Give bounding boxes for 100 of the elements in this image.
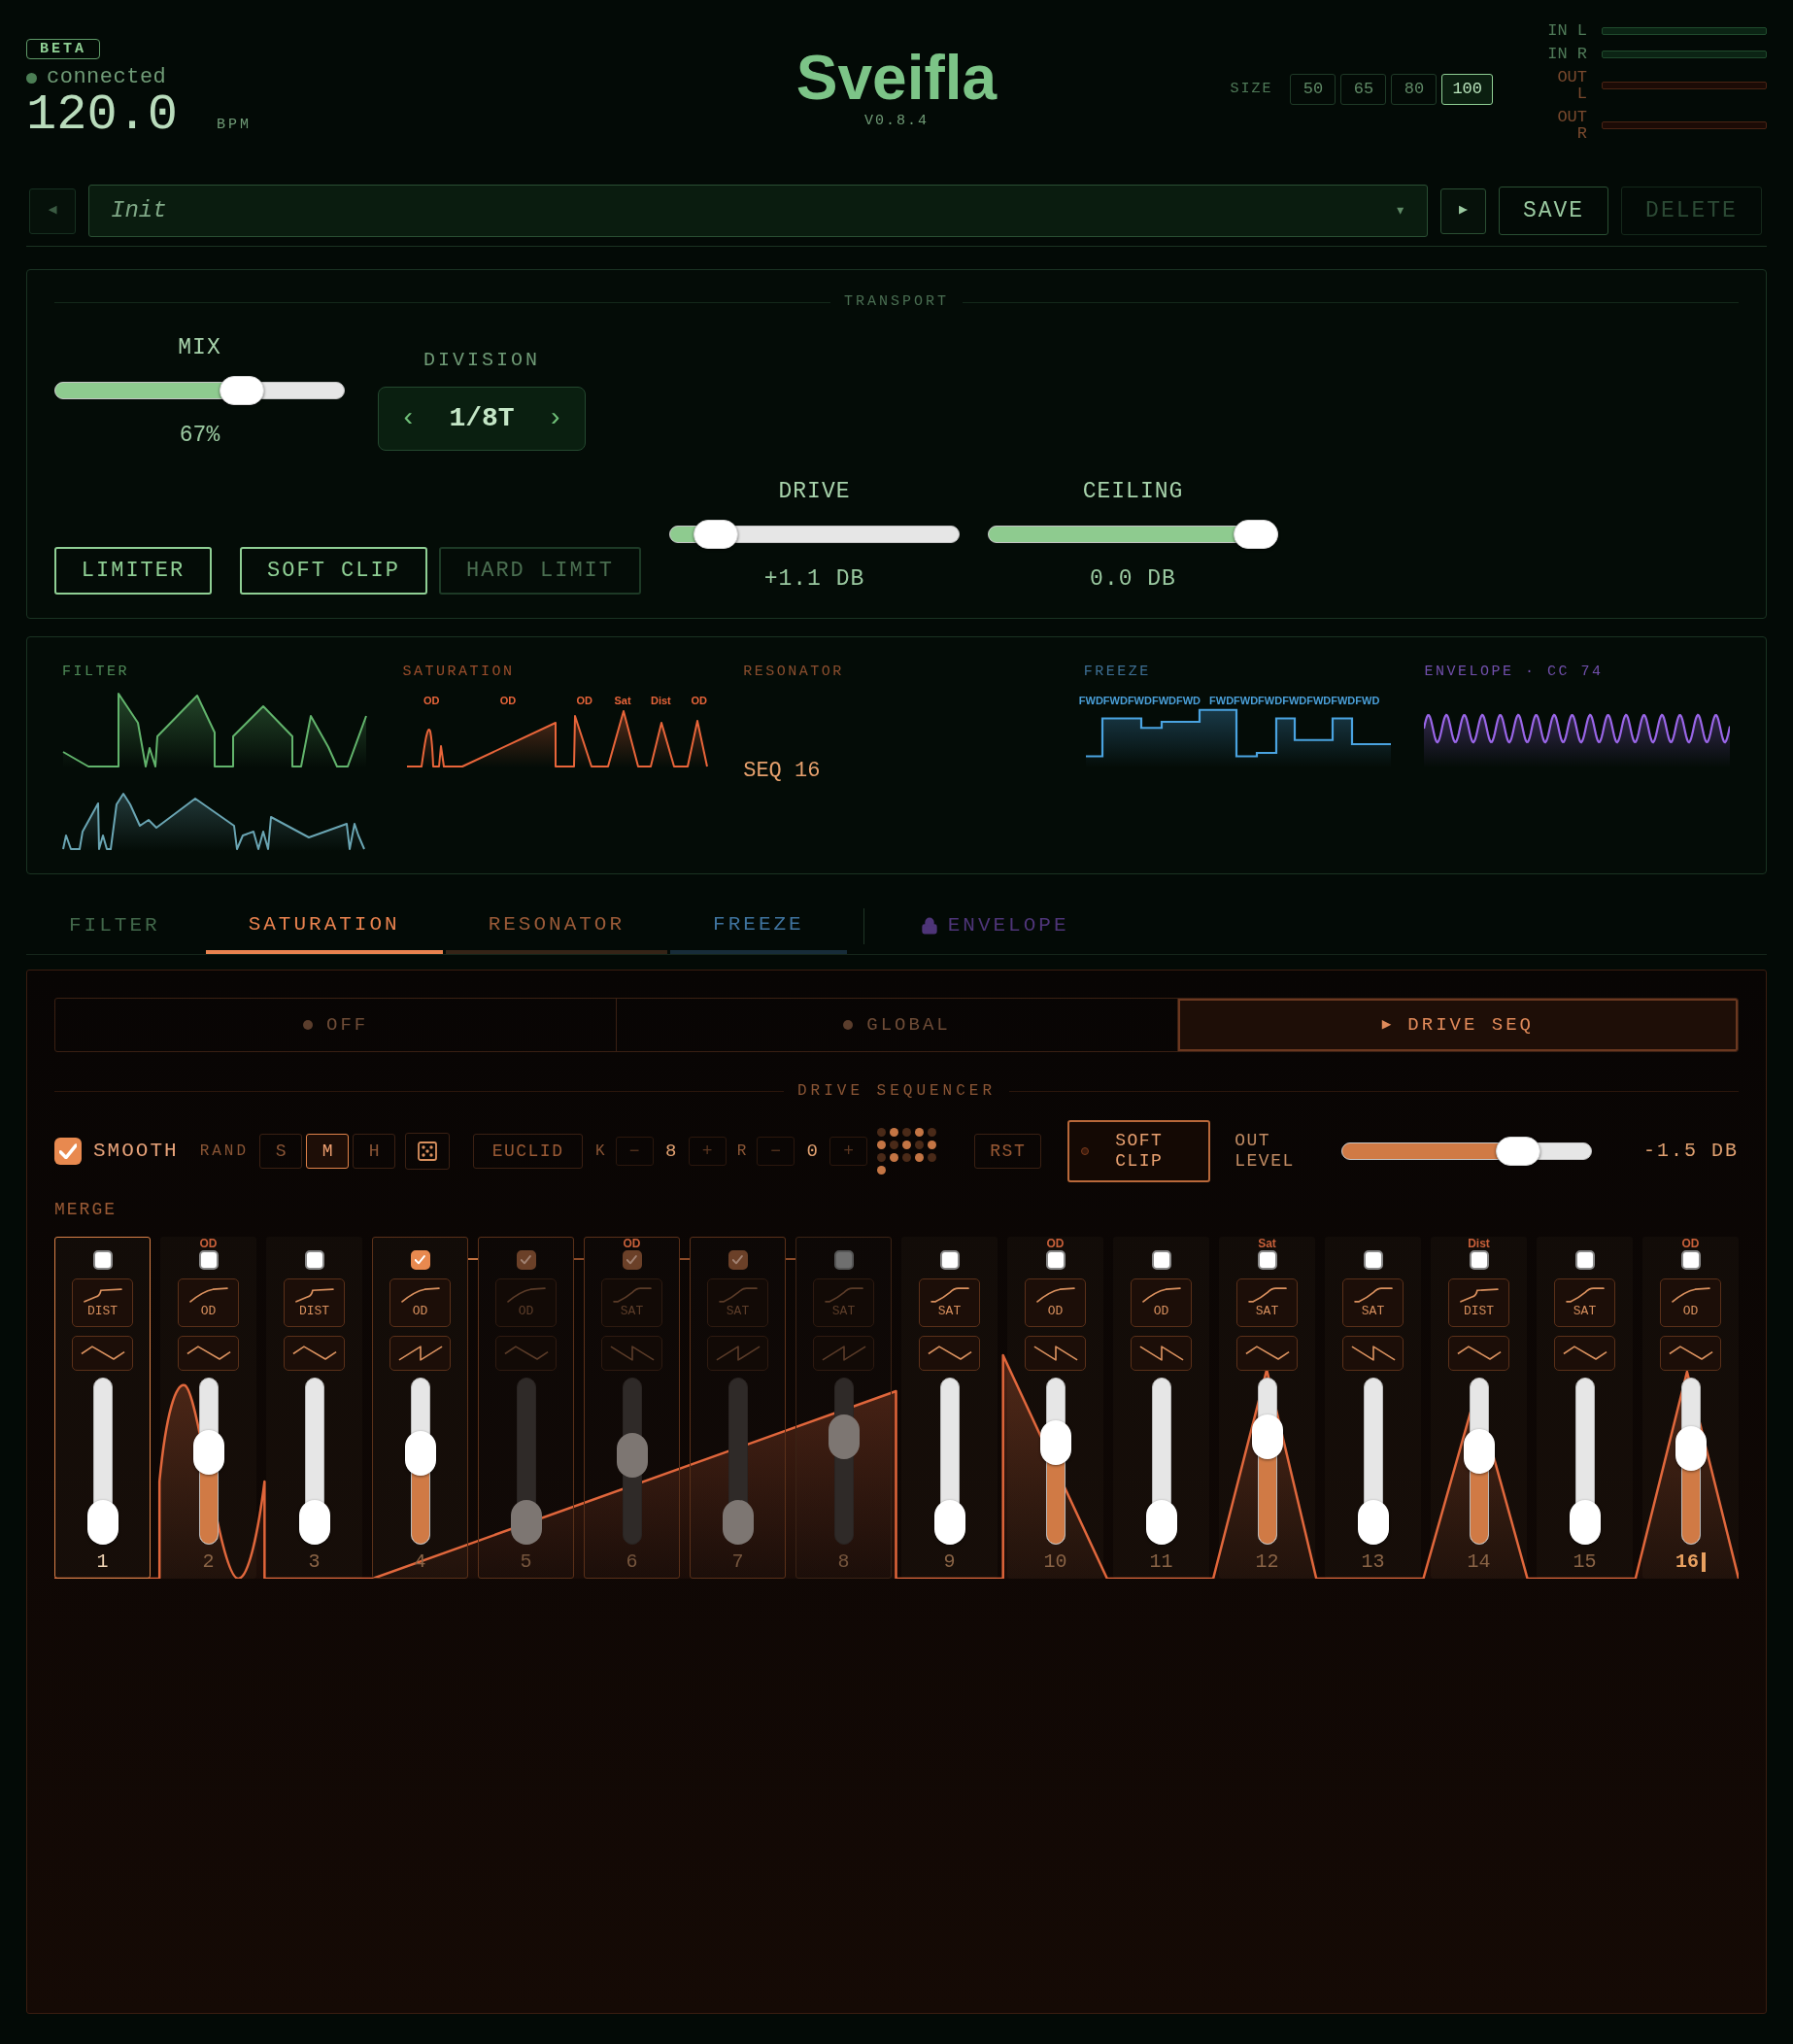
slider-thumb[interactable]	[404, 1431, 436, 1477]
wave-button[interactable]	[72, 1336, 133, 1371]
save-button[interactable]: SAVE	[1499, 187, 1608, 235]
step-card[interactable]: SAT 13	[1325, 1237, 1421, 1579]
wave-button[interactable]	[1342, 1336, 1404, 1371]
merge-checkbox[interactable]	[304, 1250, 324, 1270]
module-tab[interactable]: RESONATOR	[445, 899, 668, 954]
previous-division-button[interactable]: ‹	[396, 404, 421, 433]
curve-button[interactable]: OD	[1025, 1278, 1086, 1327]
size-option[interactable]: 100	[1441, 74, 1493, 105]
wave-button[interactable]	[1025, 1336, 1086, 1371]
wave-button[interactable]	[1236, 1336, 1298, 1371]
next-preset-button[interactable]: ▶	[1440, 187, 1486, 234]
step-card[interactable]: OD 11	[1113, 1237, 1209, 1579]
step-card[interactable]: SAT 15	[1537, 1237, 1633, 1579]
step-card[interactable]: Sat SAT 12	[1219, 1237, 1315, 1579]
euclid-button[interactable]: EUCLID	[473, 1134, 584, 1169]
curve-button[interactable]: OD	[1131, 1278, 1192, 1327]
merge-checkbox[interactable]	[1045, 1250, 1066, 1270]
module-tab[interactable]: SATURATION	[205, 899, 443, 954]
merge-checkbox[interactable]	[198, 1250, 219, 1270]
merge-checkbox[interactable]	[410, 1250, 430, 1270]
step-slider[interactable]	[1675, 1378, 1707, 1545]
curve-button[interactable]: SAT	[919, 1278, 980, 1327]
step-card[interactable]: DIST 1	[54, 1237, 151, 1579]
reset-button[interactable]: RST	[974, 1134, 1042, 1169]
limiter-toggle[interactable]: LIMITER	[54, 547, 212, 595]
merge-checkbox[interactable]	[1151, 1250, 1171, 1270]
step-slider[interactable]	[1569, 1378, 1601, 1545]
slider-thumb[interactable]	[219, 376, 264, 405]
randomize-button[interactable]	[405, 1133, 451, 1170]
clip-mode-button[interactable]: SOFT CLIP	[240, 547, 427, 595]
ceiling-slider[interactable]	[988, 520, 1278, 549]
slider-thumb[interactable]	[1357, 1500, 1389, 1545]
merge-checkbox[interactable]	[516, 1250, 536, 1270]
wave-button[interactable]	[919, 1336, 980, 1371]
step-card[interactable]: Dist DIST 14	[1431, 1237, 1527, 1579]
merge-checkbox[interactable]	[1574, 1250, 1595, 1270]
step-slider[interactable]	[298, 1378, 330, 1545]
smooth-checkbox[interactable]	[54, 1138, 82, 1165]
preset-dropdown[interactable]: Init ▾	[88, 185, 1428, 237]
slider-thumb[interactable]	[510, 1500, 542, 1545]
step-slider[interactable]	[1357, 1378, 1389, 1545]
merge-checkbox[interactable]	[1363, 1250, 1383, 1270]
module-tab[interactable]: FREEZE	[670, 899, 847, 954]
slider-thumb[interactable]	[1496, 1137, 1541, 1166]
mix-slider[interactable]	[54, 376, 345, 405]
step-card[interactable]: OD SAT 6	[584, 1237, 680, 1579]
wave-button[interactable]	[389, 1336, 451, 1371]
step-card[interactable]: OD OD 16	[1642, 1237, 1739, 1579]
merge-checkbox[interactable]	[727, 1250, 748, 1270]
curve-button[interactable]: OD	[178, 1278, 239, 1327]
size-option[interactable]: 80	[1391, 74, 1438, 105]
merge-checkbox[interactable]	[833, 1250, 854, 1270]
wave-button[interactable]	[1660, 1336, 1721, 1371]
step-slider[interactable]	[1039, 1378, 1071, 1545]
wave-button[interactable]	[1131, 1336, 1192, 1371]
slider-thumb[interactable]	[1039, 1420, 1071, 1466]
slider-thumb[interactable]	[1569, 1500, 1601, 1545]
wave-button[interactable]	[284, 1336, 345, 1371]
slider-thumb[interactable]	[86, 1500, 118, 1545]
step-card[interactable]: SAT 9	[901, 1237, 998, 1579]
rand-option[interactable]: M	[306, 1134, 350, 1169]
curve-button[interactable]: SAT	[1554, 1278, 1615, 1327]
curve-button[interactable]: DIST	[1448, 1278, 1509, 1327]
step-slider[interactable]	[1145, 1378, 1177, 1545]
slider-thumb[interactable]	[298, 1500, 330, 1545]
merge-checkbox[interactable]	[1257, 1250, 1277, 1270]
out-level-slider[interactable]	[1341, 1137, 1593, 1166]
curve-button[interactable]: DIST	[72, 1278, 133, 1327]
drive-slider[interactable]	[669, 520, 960, 549]
step-slider[interactable]	[1251, 1378, 1283, 1545]
slider-thumb[interactable]	[1234, 520, 1278, 549]
merge-checkbox[interactable]	[1469, 1250, 1489, 1270]
merge-checkbox[interactable]	[939, 1250, 960, 1270]
curve-button[interactable]: SAT	[1342, 1278, 1404, 1327]
curve-button[interactable]: DIST	[284, 1278, 345, 1327]
curve-button[interactable]: SAT	[1236, 1278, 1298, 1327]
next-division-button[interactable]: ›	[543, 404, 567, 433]
step-slider[interactable]	[192, 1378, 224, 1545]
merge-checkbox[interactable]	[92, 1250, 113, 1270]
step-slider[interactable]	[1463, 1378, 1495, 1545]
step-card[interactable]: OD OD 10	[1007, 1237, 1103, 1579]
wave-button[interactable]	[1448, 1336, 1509, 1371]
merge-checkbox[interactable]	[1680, 1250, 1701, 1270]
slider-thumb[interactable]	[694, 520, 739, 549]
size-option[interactable]: 50	[1290, 74, 1336, 105]
step-slider[interactable]	[404, 1378, 436, 1545]
size-option[interactable]: 65	[1340, 74, 1387, 105]
slider-thumb[interactable]	[616, 1432, 648, 1478]
wave-button[interactable]	[1554, 1336, 1615, 1371]
curve-button[interactable]: OD	[389, 1278, 451, 1327]
mode-segment[interactable]: ▶ DRIVE SEQ	[1176, 999, 1738, 1051]
step-slider[interactable]	[86, 1378, 118, 1545]
slider-thumb[interactable]	[933, 1500, 965, 1545]
merge-checkbox[interactable]	[622, 1250, 642, 1270]
step-slider[interactable]	[722, 1378, 754, 1545]
soft-clip-toggle[interactable]: SOFT CLIP	[1067, 1120, 1211, 1182]
slider-thumb[interactable]	[1145, 1500, 1177, 1545]
wave-button[interactable]	[178, 1336, 239, 1371]
